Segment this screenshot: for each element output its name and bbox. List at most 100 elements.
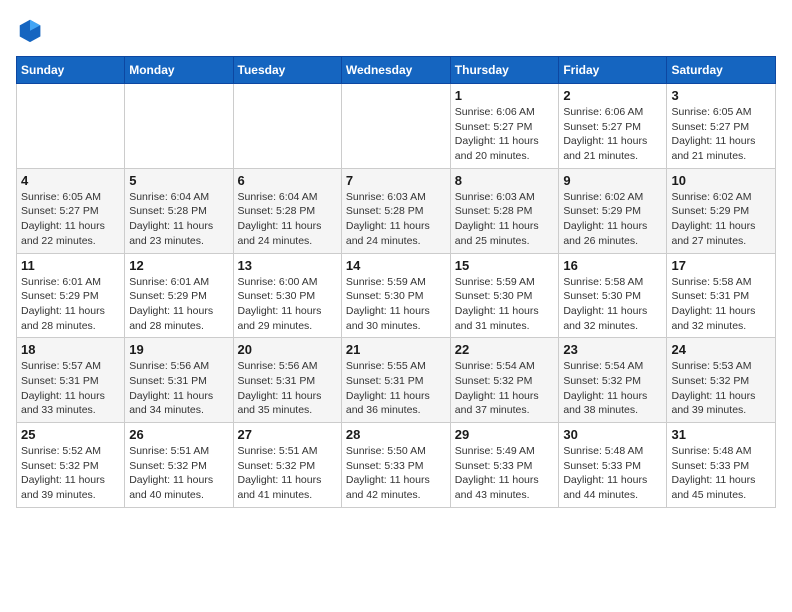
calendar-week-5: 25 Sunrise: 5:52 AM Sunset: 5:32 PM Dayli… bbox=[17, 423, 776, 508]
day-number: 23 bbox=[563, 342, 662, 357]
day-info: Sunrise: 5:56 AM Sunset: 5:31 PM Dayligh… bbox=[238, 359, 337, 418]
calendar-cell: 23 Sunrise: 5:54 AM Sunset: 5:32 PM Dayli… bbox=[559, 338, 667, 423]
day-number: 21 bbox=[346, 342, 446, 357]
calendar-cell: 9 Sunrise: 6:02 AM Sunset: 5:29 PM Daylig… bbox=[559, 168, 667, 253]
day-number: 24 bbox=[671, 342, 771, 357]
page-header bbox=[16, 16, 776, 44]
day-info: Sunrise: 5:58 AM Sunset: 5:31 PM Dayligh… bbox=[671, 275, 771, 334]
day-number: 16 bbox=[563, 258, 662, 273]
calendar-cell: 27 Sunrise: 5:51 AM Sunset: 5:32 PM Dayli… bbox=[233, 423, 341, 508]
day-info: Sunrise: 5:48 AM Sunset: 5:33 PM Dayligh… bbox=[671, 444, 771, 503]
calendar-cell: 5Sunrise: 6:04 AM Sunset: 5:28 PM Daylig… bbox=[125, 168, 233, 253]
calendar-cell: 18 Sunrise: 5:57 AM Sunset: 5:31 PM Dayli… bbox=[17, 338, 125, 423]
weekday-header-thursday: Thursday bbox=[450, 57, 559, 84]
calendar-cell: 31 Sunrise: 5:48 AM Sunset: 5:33 PM Dayli… bbox=[667, 423, 776, 508]
day-number: 8 bbox=[455, 173, 555, 188]
calendar-cell: 22 Sunrise: 5:54 AM Sunset: 5:32 PM Dayli… bbox=[450, 338, 559, 423]
weekday-header-saturday: Saturday bbox=[667, 57, 776, 84]
day-info: Sunrise: 6:02 AM Sunset: 5:29 PM Dayligh… bbox=[563, 190, 662, 249]
day-number: 12 bbox=[129, 258, 228, 273]
day-number: 30 bbox=[563, 427, 662, 442]
calendar-cell: 16 Sunrise: 5:58 AM Sunset: 5:30 PM Dayli… bbox=[559, 253, 667, 338]
day-info: Sunrise: 6:06 AM Sunset: 5:27 PM Dayligh… bbox=[563, 105, 662, 164]
calendar-week-2: 4Sunrise: 6:05 AM Sunset: 5:27 PM Daylig… bbox=[17, 168, 776, 253]
calendar-cell: 14 Sunrise: 5:59 AM Sunset: 5:30 PM Dayli… bbox=[341, 253, 450, 338]
day-number: 18 bbox=[21, 342, 120, 357]
day-number: 5 bbox=[129, 173, 228, 188]
day-number: 9 bbox=[563, 173, 662, 188]
day-info: Sunrise: 5:52 AM Sunset: 5:32 PM Dayligh… bbox=[21, 444, 120, 503]
calendar-cell: 25 Sunrise: 5:52 AM Sunset: 5:32 PM Dayli… bbox=[17, 423, 125, 508]
calendar-cell: 28Sunrise: 5:50 AM Sunset: 5:33 PM Dayli… bbox=[341, 423, 450, 508]
day-number: 10 bbox=[671, 173, 771, 188]
day-number: 27 bbox=[238, 427, 337, 442]
day-number: 11 bbox=[21, 258, 120, 273]
day-number: 31 bbox=[671, 427, 771, 442]
calendar-cell: 21 Sunrise: 5:55 AM Sunset: 5:31 PM Dayli… bbox=[341, 338, 450, 423]
weekday-header-sunday: Sunday bbox=[17, 57, 125, 84]
logo bbox=[16, 16, 48, 44]
calendar-cell: 15 Sunrise: 5:59 AM Sunset: 5:30 PM Dayli… bbox=[450, 253, 559, 338]
day-info: Sunrise: 5:49 AM Sunset: 5:33 PM Dayligh… bbox=[455, 444, 555, 503]
calendar-cell: 29 Sunrise: 5:49 AM Sunset: 5:33 PM Dayli… bbox=[450, 423, 559, 508]
calendar-week-4: 18 Sunrise: 5:57 AM Sunset: 5:31 PM Dayli… bbox=[17, 338, 776, 423]
day-info: Sunrise: 6:03 AM Sunset: 5:28 PM Dayligh… bbox=[346, 190, 446, 249]
day-info: Sunrise: 5:54 AM Sunset: 5:32 PM Dayligh… bbox=[563, 359, 662, 418]
day-number: 3 bbox=[671, 88, 771, 103]
day-info: Sunrise: 5:51 AM Sunset: 5:32 PM Dayligh… bbox=[129, 444, 228, 503]
calendar-cell bbox=[17, 84, 125, 169]
day-number: 26 bbox=[129, 427, 228, 442]
calendar-cell: 2 Sunrise: 6:06 AM Sunset: 5:27 PM Daylig… bbox=[559, 84, 667, 169]
calendar-cell: 11 Sunrise: 6:01 AM Sunset: 5:29 PM Dayli… bbox=[17, 253, 125, 338]
calendar-week-1: 1 Sunrise: 6:06 AM Sunset: 5:27 PM Daylig… bbox=[17, 84, 776, 169]
calendar: SundayMondayTuesdayWednesdayThursdayFrid… bbox=[16, 56, 776, 508]
day-info: Sunrise: 5:56 AM Sunset: 5:31 PM Dayligh… bbox=[129, 359, 228, 418]
day-info: Sunrise: 6:05 AM Sunset: 5:27 PM Dayligh… bbox=[671, 105, 771, 164]
day-number: 1 bbox=[455, 88, 555, 103]
weekday-header-tuesday: Tuesday bbox=[233, 57, 341, 84]
calendar-cell: 12 Sunrise: 6:01 AM Sunset: 5:29 PM Dayli… bbox=[125, 253, 233, 338]
calendar-cell: 3 Sunrise: 6:05 AM Sunset: 5:27 PM Daylig… bbox=[667, 84, 776, 169]
day-info: Sunrise: 6:01 AM Sunset: 5:29 PM Dayligh… bbox=[129, 275, 228, 334]
day-info: Sunrise: 5:51 AM Sunset: 5:32 PM Dayligh… bbox=[238, 444, 337, 503]
weekday-header-monday: Monday bbox=[125, 57, 233, 84]
calendar-cell: 24Sunrise: 5:53 AM Sunset: 5:32 PM Dayli… bbox=[667, 338, 776, 423]
logo-icon bbox=[16, 16, 44, 44]
day-info: Sunrise: 5:57 AM Sunset: 5:31 PM Dayligh… bbox=[21, 359, 120, 418]
day-number: 15 bbox=[455, 258, 555, 273]
day-number: 14 bbox=[346, 258, 446, 273]
calendar-cell: 26 Sunrise: 5:51 AM Sunset: 5:32 PM Dayli… bbox=[125, 423, 233, 508]
day-number: 20 bbox=[238, 342, 337, 357]
calendar-cell: 17 Sunrise: 5:58 AM Sunset: 5:31 PM Dayli… bbox=[667, 253, 776, 338]
day-info: Sunrise: 5:54 AM Sunset: 5:32 PM Dayligh… bbox=[455, 359, 555, 418]
calendar-cell: 8Sunrise: 6:03 AM Sunset: 5:28 PM Daylig… bbox=[450, 168, 559, 253]
calendar-cell: 7Sunrise: 6:03 AM Sunset: 5:28 PM Daylig… bbox=[341, 168, 450, 253]
day-number: 2 bbox=[563, 88, 662, 103]
day-info: Sunrise: 6:01 AM Sunset: 5:29 PM Dayligh… bbox=[21, 275, 120, 334]
calendar-week-3: 11 Sunrise: 6:01 AM Sunset: 5:29 PM Dayli… bbox=[17, 253, 776, 338]
calendar-cell: 6Sunrise: 6:04 AM Sunset: 5:28 PM Daylig… bbox=[233, 168, 341, 253]
weekday-header-friday: Friday bbox=[559, 57, 667, 84]
day-number: 22 bbox=[455, 342, 555, 357]
day-info: Sunrise: 6:00 AM Sunset: 5:30 PM Dayligh… bbox=[238, 275, 337, 334]
calendar-cell bbox=[233, 84, 341, 169]
day-info: Sunrise: 5:48 AM Sunset: 5:33 PM Dayligh… bbox=[563, 444, 662, 503]
weekday-header-wednesday: Wednesday bbox=[341, 57, 450, 84]
calendar-cell bbox=[125, 84, 233, 169]
day-info: Sunrise: 5:59 AM Sunset: 5:30 PM Dayligh… bbox=[455, 275, 555, 334]
day-number: 29 bbox=[455, 427, 555, 442]
calendar-cell: 4Sunrise: 6:05 AM Sunset: 5:27 PM Daylig… bbox=[17, 168, 125, 253]
day-number: 25 bbox=[21, 427, 120, 442]
calendar-cell: 30 Sunrise: 5:48 AM Sunset: 5:33 PM Dayli… bbox=[559, 423, 667, 508]
day-info: Sunrise: 6:06 AM Sunset: 5:27 PM Dayligh… bbox=[455, 105, 555, 164]
day-info: Sunrise: 5:58 AM Sunset: 5:30 PM Dayligh… bbox=[563, 275, 662, 334]
day-number: 19 bbox=[129, 342, 228, 357]
calendar-cell: 20 Sunrise: 5:56 AM Sunset: 5:31 PM Dayli… bbox=[233, 338, 341, 423]
calendar-cell: 13Sunrise: 6:00 AM Sunset: 5:30 PM Dayli… bbox=[233, 253, 341, 338]
day-info: Sunrise: 5:55 AM Sunset: 5:31 PM Dayligh… bbox=[346, 359, 446, 418]
day-info: Sunrise: 5:59 AM Sunset: 5:30 PM Dayligh… bbox=[346, 275, 446, 334]
day-info: Sunrise: 5:50 AM Sunset: 5:33 PM Dayligh… bbox=[346, 444, 446, 503]
day-info: Sunrise: 6:02 AM Sunset: 5:29 PM Dayligh… bbox=[671, 190, 771, 249]
day-number: 4 bbox=[21, 173, 120, 188]
day-number: 17 bbox=[671, 258, 771, 273]
